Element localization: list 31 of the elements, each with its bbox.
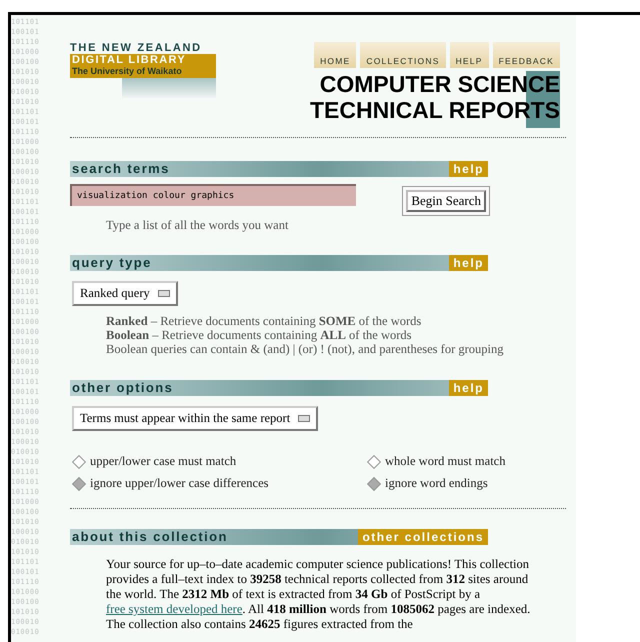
note-text: Boolean queries can contain & (and) | (or) ! (not), and parentheses for grouping bbox=[106, 342, 505, 356]
about-paragraph: Your source for up–to–date academic computer science publications! This collection provides a full–text index to 39258 technical reports collected from 312 sites around the world. The 2312 Mb of text is extracted from 34 Gb of PostScript by a free system developed here. All 418 million words from 1085062 pages are indexed. The collection also contains 24625 figures extracted from the bbox=[106, 557, 532, 632]
radio-option[interactable]: upper/lower case must match bbox=[72, 453, 367, 470]
radio-option[interactable]: ignore upper/lower case differences bbox=[72, 475, 367, 492]
nav-tab[interactable]: HELP bbox=[450, 42, 489, 68]
dropdown-icon bbox=[298, 415, 310, 422]
radio-label: ignore upper/lower case differences bbox=[90, 475, 269, 492]
logo-text: DIGITAL LIBRARY bbox=[72, 55, 188, 66]
note-text: Ranked – Retrieve documents containing SOME of the words bbox=[106, 314, 422, 328]
begin-search-button[interactable]: Begin Search bbox=[406, 190, 486, 212]
hint-text: Type a list of all the words you want bbox=[106, 218, 290, 233]
query-type-dropdown[interactable]: Ranked query bbox=[72, 281, 178, 306]
section-title: about this collection bbox=[71, 529, 228, 545]
dropdown-icon bbox=[158, 290, 170, 297]
note-text: Boolean – Retrieve documents containing ALL of the words bbox=[106, 328, 413, 342]
logo-text: The University of Waikato bbox=[72, 66, 183, 77]
radio-label: upper/lower case must match bbox=[90, 453, 236, 470]
options-dropdown[interactable]: Terms must appear within the same report bbox=[72, 406, 318, 431]
nav-tab[interactable]: HOME bbox=[314, 42, 356, 68]
radio-option[interactable]: ignore word endings bbox=[367, 475, 567, 492]
system-link[interactable]: free system developed here bbox=[106, 602, 242, 616]
search-field[interactable]: visualization colour graphics bbox=[70, 184, 356, 206]
radio-label: whole word must match bbox=[385, 453, 506, 470]
section-title: search terms bbox=[71, 161, 170, 177]
section-title: query type bbox=[71, 255, 152, 271]
nav-tab[interactable]: COLLECTIONS bbox=[360, 42, 446, 68]
section-title: other options bbox=[71, 380, 174, 396]
logo-text: THE NEW ZEALAND bbox=[70, 42, 203, 54]
nav-tab[interactable]: FEEDBACK bbox=[492, 42, 560, 68]
radio-option[interactable]: whole word must match bbox=[367, 453, 567, 470]
radio-label: ignore word endings bbox=[385, 475, 488, 492]
